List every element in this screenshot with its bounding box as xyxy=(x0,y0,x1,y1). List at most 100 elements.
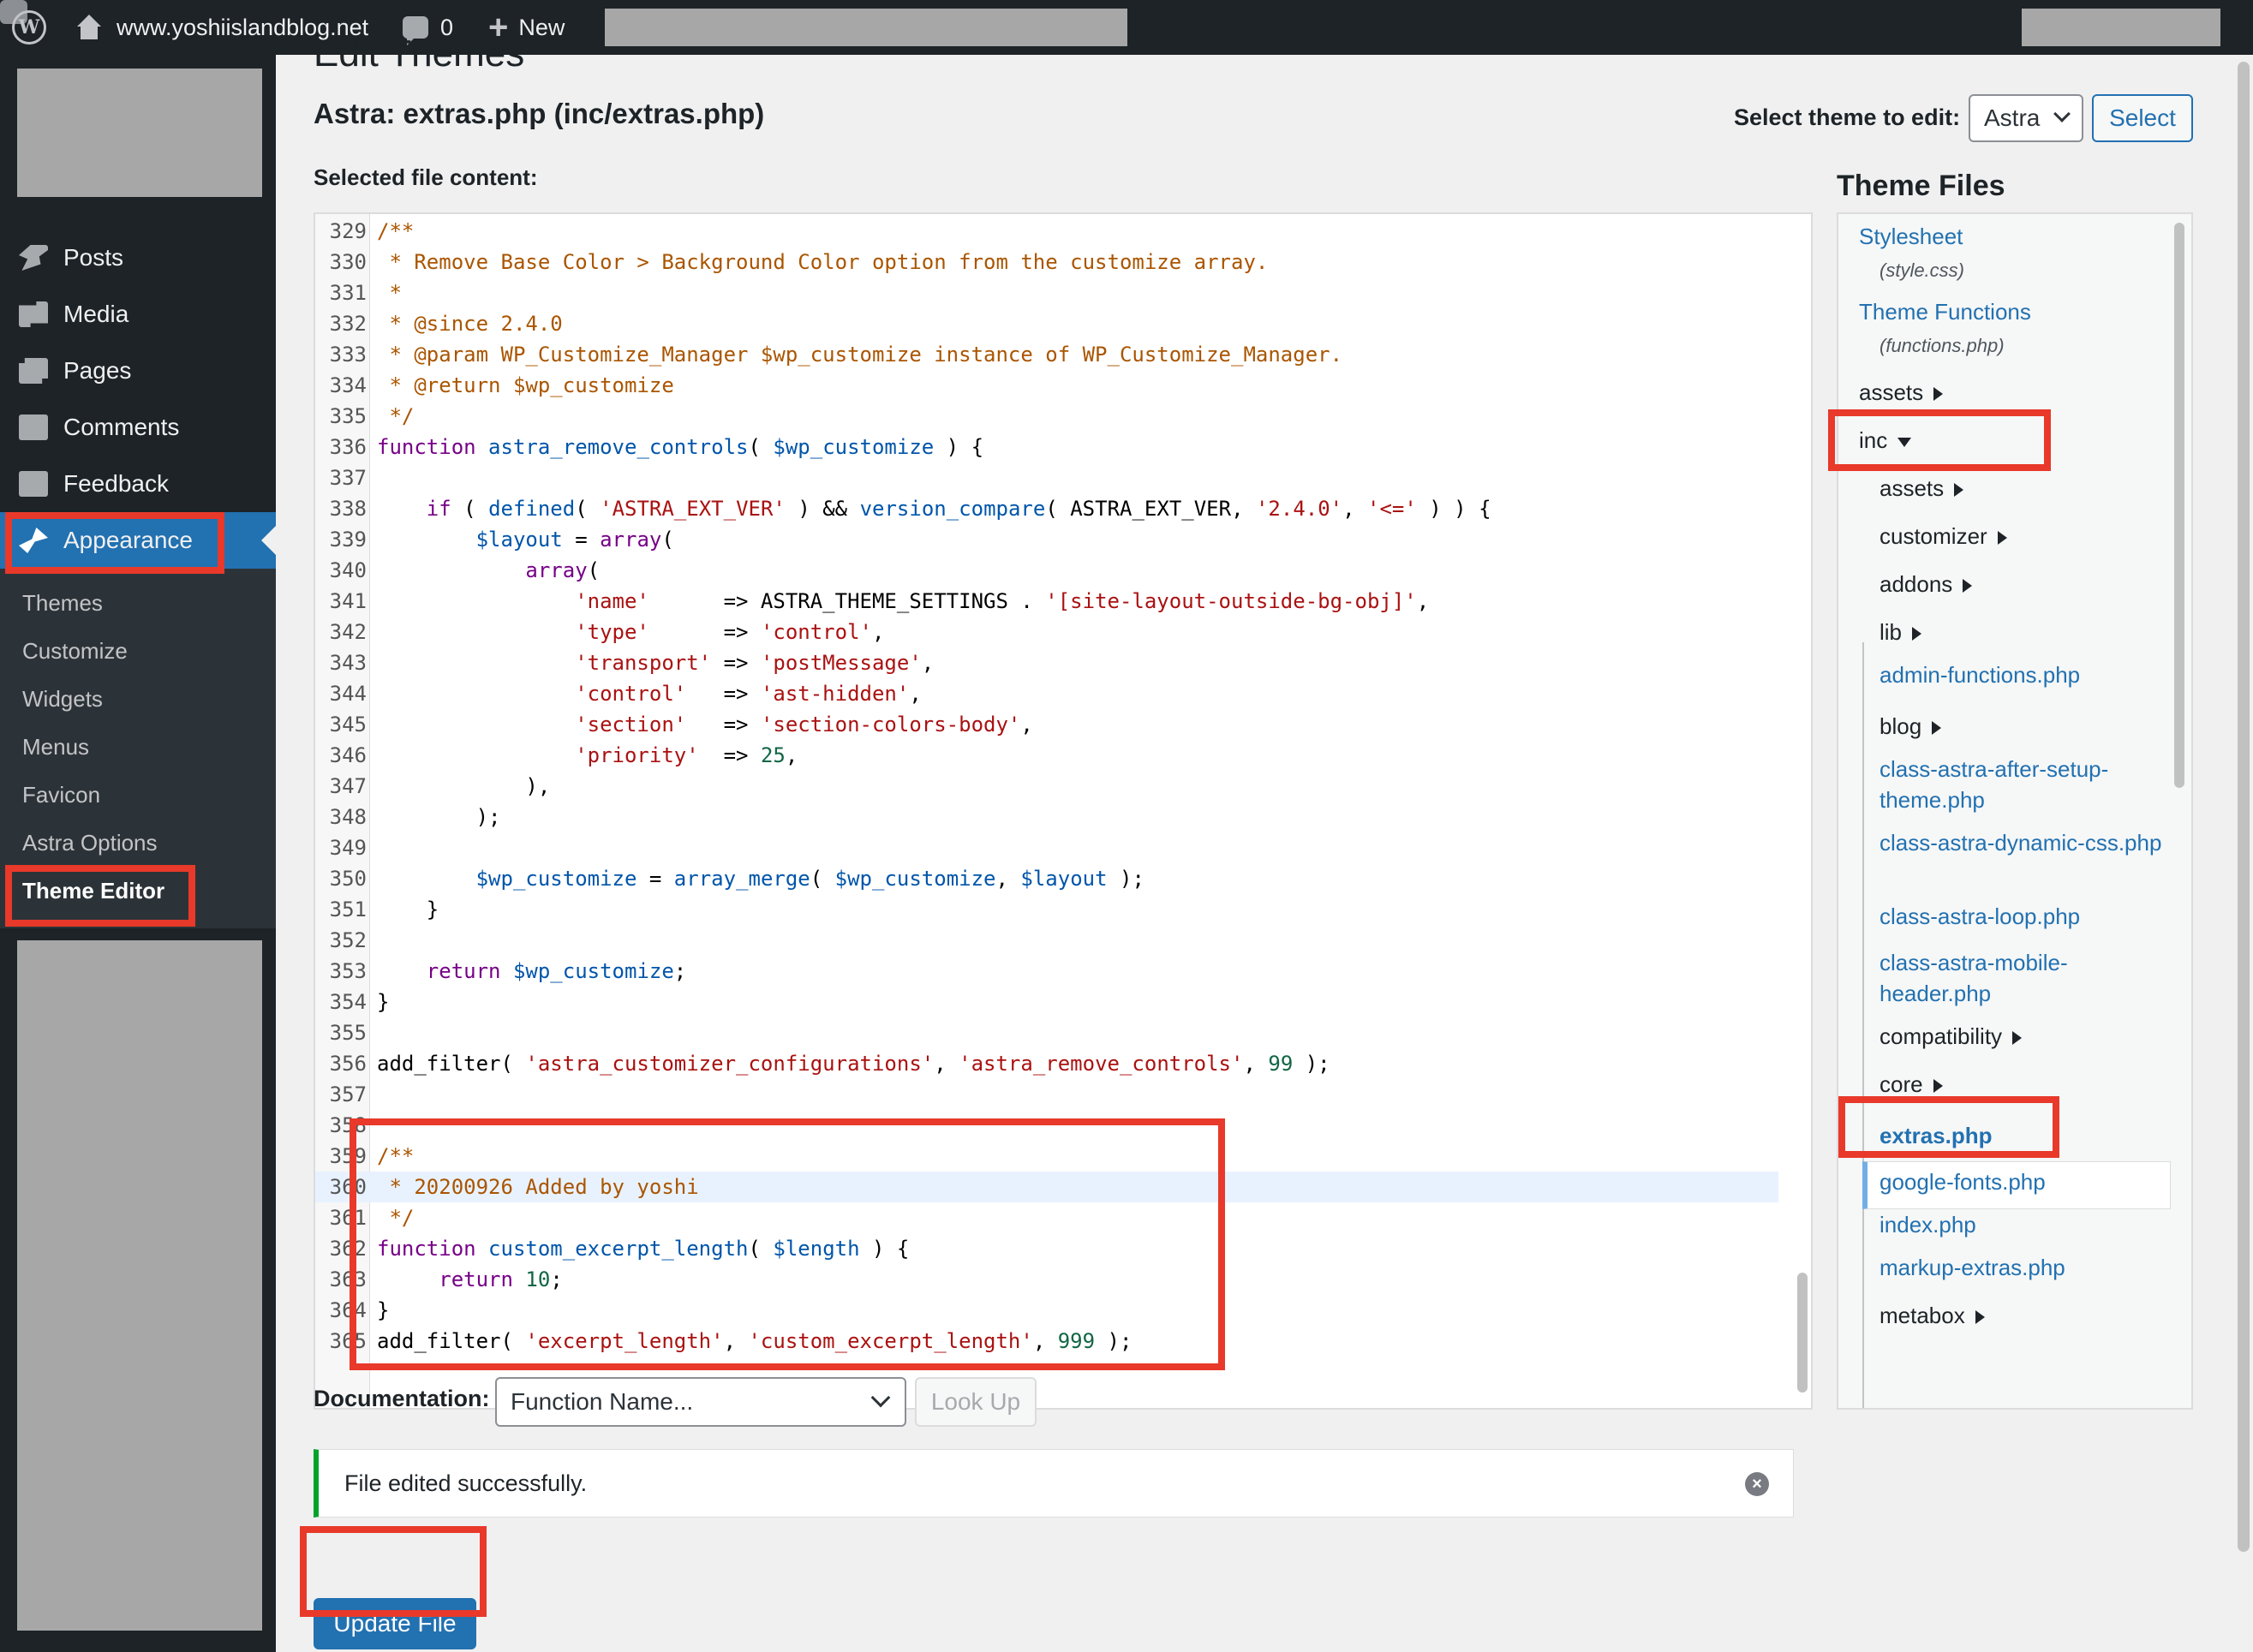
folder-item[interactable]: lib xyxy=(1879,617,2171,647)
folder-item[interactable]: metabox xyxy=(1879,1300,2171,1331)
code-line[interactable]: 339 $layout = array( xyxy=(315,524,1778,555)
submenu-widgets[interactable]: Widgets xyxy=(22,682,103,716)
code-text[interactable]: * xyxy=(377,277,401,308)
code-line[interactable]: 329 /** xyxy=(315,216,1778,247)
code-text[interactable]: } xyxy=(377,894,439,925)
code-text[interactable]: add_filter( 'astra_customizer_configurat… xyxy=(377,1048,1330,1079)
folder-item[interactable]: core xyxy=(1879,1069,2171,1100)
dismiss-icon[interactable]: × xyxy=(1745,1472,1769,1496)
code-text[interactable]: } xyxy=(377,987,389,1017)
code-line[interactable]: 340 array( xyxy=(315,555,1778,586)
page-title: Edit Themes xyxy=(314,33,525,75)
file-item[interactable]: class-astra-after-setup-theme.php xyxy=(1879,754,2171,815)
code-line[interactable]: 332 * @since 2.4.0 xyxy=(315,308,1778,339)
files-scrollbar[interactable] xyxy=(2174,223,2184,788)
code-line[interactable]: 338 if ( defined( 'ASTRA_EXT_VER' ) && v… xyxy=(315,493,1778,524)
code-line[interactable]: 357 xyxy=(315,1079,1778,1110)
code-line[interactable]: 349 xyxy=(315,832,1778,863)
code-line[interactable]: 346 'priority' => 25, xyxy=(315,740,1778,771)
code-text[interactable]: * @since 2.4.0 xyxy=(377,308,562,339)
folder-item[interactable]: addons xyxy=(1879,569,2171,599)
code-line[interactable]: 333 * @param WP_Customize_Manager $wp_cu… xyxy=(315,339,1778,370)
code-line[interactable]: 355 xyxy=(315,1017,1778,1048)
file-item[interactable]: google-fonts.php xyxy=(1879,1166,2171,1197)
editor-scrollbar[interactable] xyxy=(1797,1273,1808,1393)
code-line[interactable]: 345 'section' => 'section-colors-body', xyxy=(315,709,1778,740)
code-text[interactable]: */ xyxy=(377,401,414,432)
code-line[interactable]: 348 ); xyxy=(315,802,1778,832)
tree-indent-line xyxy=(1862,642,1864,1408)
code-line[interactable]: 344 'control' => 'ast-hidden', xyxy=(315,678,1778,709)
code-text[interactable]: $wp_customize = array_merge( $wp_customi… xyxy=(377,863,1144,894)
code-line[interactable]: 330 * Remove Base Color > Background Col… xyxy=(315,247,1778,277)
file-theme-functions[interactable]: Theme Functions xyxy=(1859,296,2031,327)
code-line[interactable]: 347 ), xyxy=(315,771,1778,802)
file-item[interactable]: class-astra-loop.php xyxy=(1879,901,2171,932)
redacted-account[interactable] xyxy=(2022,9,2220,46)
code-text[interactable]: function astra_remove_controls( $wp_cust… xyxy=(377,432,983,462)
folder-item[interactable]: assets xyxy=(1879,473,2171,504)
file-item[interactable]: index.php xyxy=(1879,1209,2171,1240)
media-icon xyxy=(19,301,48,327)
code-line[interactable]: 336 function astra_remove_controls( $wp_c… xyxy=(315,432,1778,462)
code-text[interactable]: /** xyxy=(377,216,414,247)
code-line[interactable]: 354} xyxy=(315,987,1778,1017)
code-text[interactable]: 'type' => 'control', xyxy=(377,617,884,647)
menu-item-media[interactable]: Media xyxy=(0,286,276,343)
wordpress-logo-icon[interactable]: W xyxy=(12,0,50,55)
page-scrollbar[interactable] xyxy=(2238,62,2250,1552)
look-up-button[interactable]: Look Up xyxy=(915,1377,1037,1427)
menu-item-pages[interactable]: Pages xyxy=(0,343,276,399)
menu-item-comments[interactable]: Comments xyxy=(0,399,276,456)
code-line[interactable]: 343 'transport' => 'postMessage', xyxy=(315,647,1778,678)
code-line[interactable]: 341 'name' => ASTRA_THEME_SETTINGS . '[s… xyxy=(315,586,1778,617)
code-line[interactable]: 337 xyxy=(315,462,1778,493)
comments-icon xyxy=(19,414,48,440)
folder-item[interactable]: compatibility xyxy=(1879,1021,2171,1052)
code-line[interactable]: 353 return $wp_customize; xyxy=(315,956,1778,987)
code-text[interactable]: ); xyxy=(377,802,501,832)
submenu-customize[interactable]: Customize xyxy=(22,634,128,668)
code-text[interactable]: 'section' => 'section-colors-body', xyxy=(377,709,1033,740)
code-line[interactable]: 342 'type' => 'control', xyxy=(315,617,1778,647)
folder-assets[interactable]: assets xyxy=(1859,377,1944,408)
function-name-select[interactable]: Function Name... xyxy=(495,1377,906,1427)
file-stylesheet[interactable]: Stylesheet xyxy=(1859,221,1963,252)
code-text[interactable]: * @param WP_Customize_Manager $wp_custom… xyxy=(377,339,1342,370)
code-line[interactable]: 334 * @return $wp_customize xyxy=(315,370,1778,401)
submenu-astra-options[interactable]: Astra Options xyxy=(22,826,158,860)
submenu-themes[interactable]: Themes xyxy=(22,586,103,620)
code-line[interactable]: 350 $wp_customize = array_merge( $wp_cus… xyxy=(315,863,1778,894)
code-text[interactable]: * @return $wp_customize xyxy=(377,370,673,401)
theme-select[interactable]: Astra xyxy=(1969,94,2083,142)
menu-item-posts[interactable]: Posts xyxy=(0,230,276,286)
file-item[interactable]: class-astra-dynamic-css.php xyxy=(1879,827,2171,858)
code-text[interactable]: 'transport' => 'postMessage', xyxy=(377,647,934,678)
folder-item[interactable]: customizer xyxy=(1879,521,2171,552)
code-line[interactable]: 356 add_filter( 'astra_customizer_configu… xyxy=(315,1048,1778,1079)
submenu-menus[interactable]: Menus xyxy=(22,730,89,764)
file-item[interactable]: markup-extras.php xyxy=(1879,1252,2171,1283)
code-line[interactable]: 331 * xyxy=(315,277,1778,308)
code-text[interactable]: 'control' => 'ast-hidden', xyxy=(377,678,922,709)
code-text[interactable]: return $wp_customize; xyxy=(377,956,686,987)
code-text[interactable]: $layout = array( xyxy=(377,524,674,555)
code-text[interactable]: 'priority' => 25, xyxy=(377,740,798,771)
code-line[interactable]: 352 xyxy=(315,925,1778,956)
code-text[interactable]: array( xyxy=(377,555,600,586)
code-text[interactable]: ), xyxy=(377,771,550,802)
file-item[interactable]: admin-functions.php xyxy=(1879,659,2171,690)
home-icon xyxy=(75,15,103,40)
menu-item-feedback[interactable]: Feedback xyxy=(0,456,276,512)
code-text[interactable]: * Remove Base Color > Background Color o… xyxy=(377,247,1268,277)
submenu-favicon[interactable]: Favicon xyxy=(22,778,100,812)
file-item[interactable]: class-astra-mobile-header.php xyxy=(1879,947,2171,1009)
folder-item[interactable]: blog xyxy=(1879,711,2171,742)
code-text[interactable]: if ( defined( 'ASTRA_EXT_VER' ) && versi… xyxy=(377,493,1491,524)
code-line[interactable]: 335 */ xyxy=(315,401,1778,432)
admin-sidebar: Posts Media Pages Comments Feedback Appe… xyxy=(0,55,276,1652)
code-text[interactable]: 'name' => ASTRA_THEME_SETTINGS . '[site-… xyxy=(377,586,1429,617)
code-line[interactable]: 351 } xyxy=(315,894,1778,925)
line-number: 344 xyxy=(329,682,367,706)
select-theme-button[interactable]: Select xyxy=(2092,94,2193,142)
